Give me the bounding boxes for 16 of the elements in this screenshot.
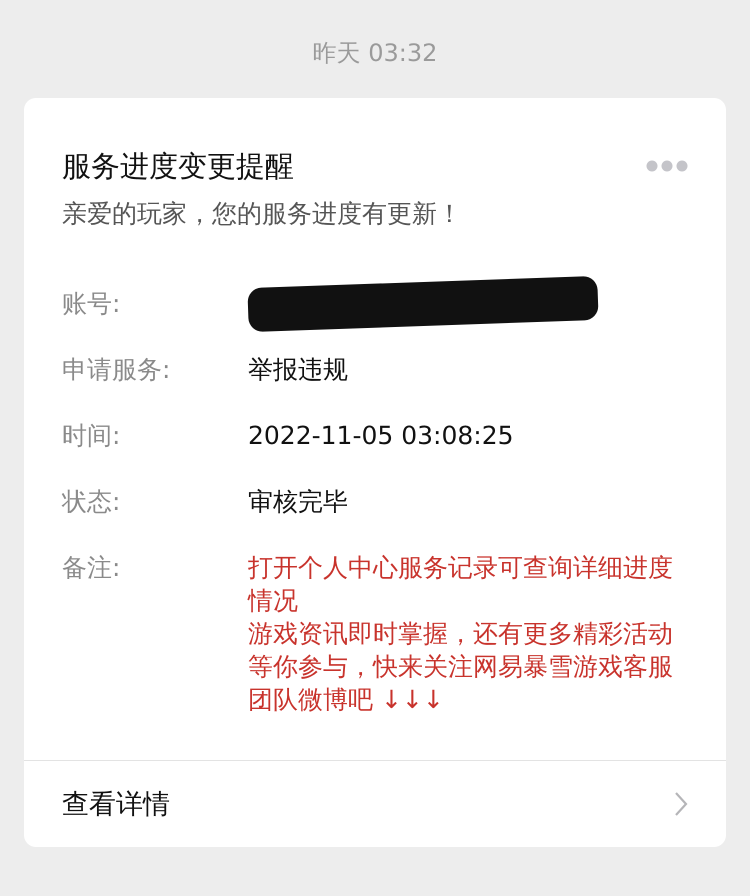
note-text: 游戏资讯即时掌握，还有更多精彩活动等你参与，快来关注网易暴雪游戏客服团队微博吧 ↓↓↓ [248,618,674,716]
more-icon[interactable] [646,160,688,172]
field-value: 2022-11-05 03:08:25 [248,420,514,452]
card-title: 服务进度变更提醒 [62,148,294,185]
field-label: 申请服务: [62,354,172,386]
note-text: 打开个人中心服务记录可查询详细进度情况 [248,552,674,617]
chevron-right-icon [674,791,688,817]
field-label: 时间: [62,420,122,452]
field-value: 举报违规 [248,354,348,386]
view-details-link[interactable]: 查看详情 [24,760,726,847]
field-label: 状态: [62,486,122,518]
field-label: 备注: [62,552,122,584]
field-value: 审核完毕 [248,486,348,518]
card-subtitle: 亲爱的玩家，您的服务进度有更新！ [61,198,463,230]
message-timestamp: 昨天 03:32 [312,38,438,69]
field-label: 账号: [62,288,122,320]
